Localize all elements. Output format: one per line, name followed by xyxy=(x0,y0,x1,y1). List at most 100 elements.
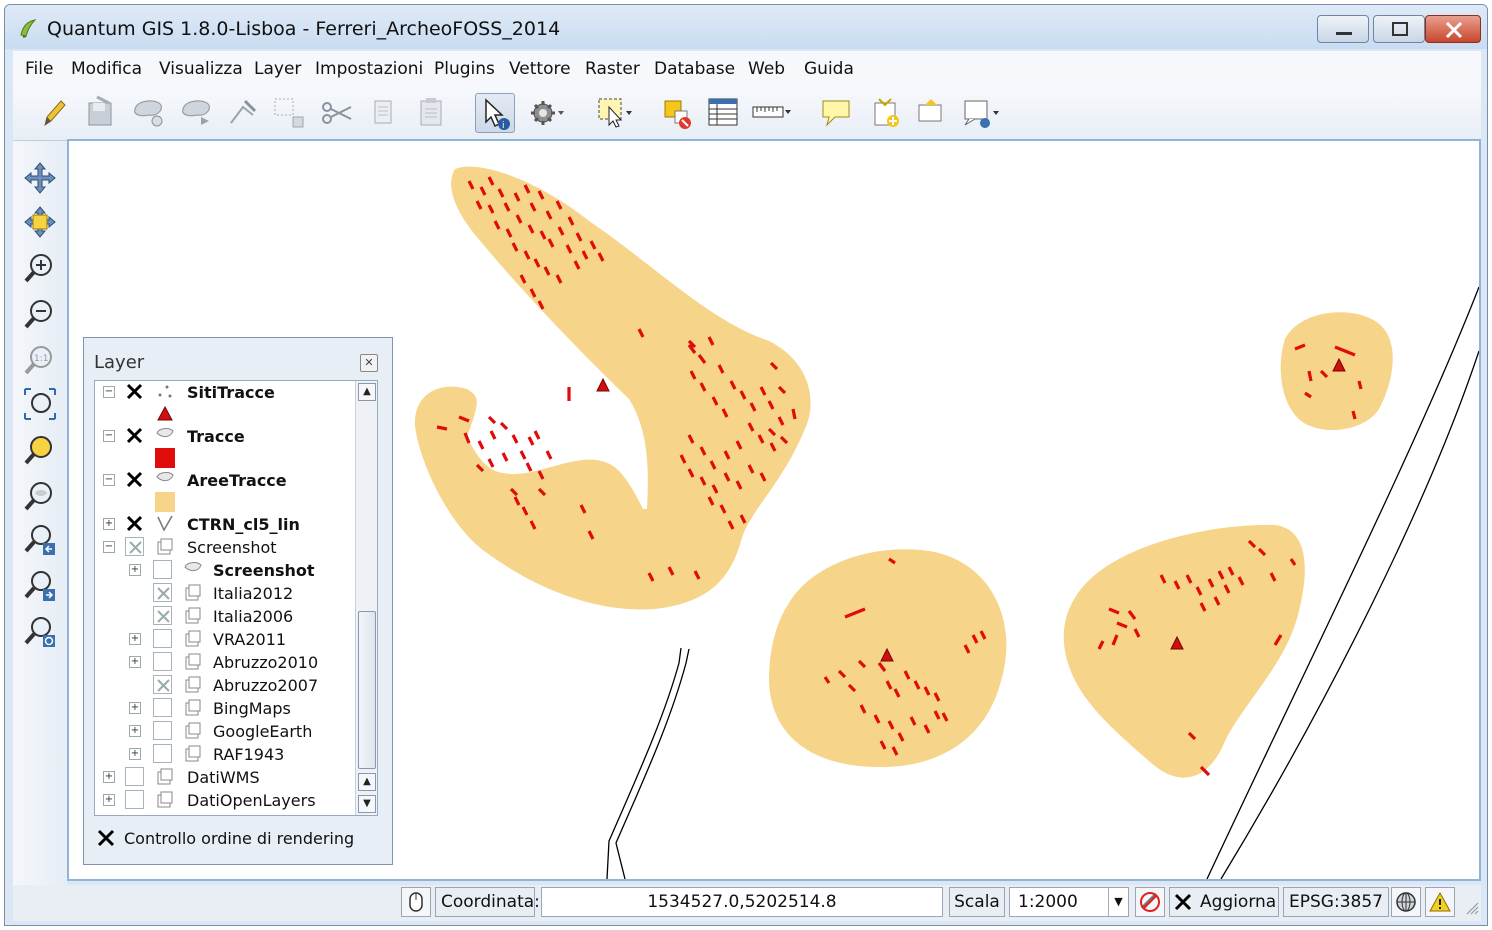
menu-raster[interactable]: Raster xyxy=(585,59,640,79)
pan-to-selection-icon[interactable] xyxy=(21,203,59,241)
coordinate-field[interactable]: 1534527.0,5202514.8 xyxy=(541,887,943,917)
toggle-extents-button[interactable] xyxy=(401,887,431,917)
layer-row-abruzzo2007[interactable]: Abruzzo2007 xyxy=(95,674,355,696)
layer-row-vra2011[interactable]: + VRA2011 xyxy=(95,628,355,650)
collapse-icon[interactable]: − xyxy=(103,430,115,442)
identify-features-icon[interactable]: i xyxy=(475,93,515,133)
layer-tree-scrollbar[interactable]: ▲ ▲ ▼ xyxy=(355,381,377,815)
zoom-in-icon[interactable] xyxy=(21,249,59,287)
menu-web[interactable]: Web xyxy=(748,59,785,79)
checkbox-partial-icon[interactable] xyxy=(125,537,144,556)
select-features-icon[interactable] xyxy=(593,93,633,133)
expand-icon[interactable]: + xyxy=(129,633,141,645)
show-bookmarks-icon[interactable] xyxy=(911,93,951,133)
layer-row-abruzzo2010[interactable]: + Abruzzo2010 xyxy=(95,651,355,673)
checkbox-greyed-icon[interactable] xyxy=(153,675,172,694)
move-feature-icon[interactable] xyxy=(177,93,217,133)
checkbox-unchecked-icon[interactable] xyxy=(153,652,172,671)
expand-icon[interactable]: + xyxy=(103,771,115,783)
layer-row-raf1943[interactable]: + RAF1943 xyxy=(95,743,355,765)
maximize-button[interactable] xyxy=(1373,15,1425,43)
group-row-datiwms[interactable]: + DatiWMS xyxy=(95,766,355,788)
zoom-last-icon[interactable] xyxy=(21,521,59,559)
map-tips-icon[interactable] xyxy=(817,93,857,133)
scroll-up-icon[interactable]: ▲ xyxy=(358,773,376,791)
checkbox-unchecked-icon[interactable] xyxy=(153,560,172,579)
layer-row-italia2012[interactable]: Italia2012 xyxy=(95,582,355,604)
refresh-icon[interactable] xyxy=(21,613,59,651)
zoom-out-icon[interactable] xyxy=(21,295,59,333)
expand-icon[interactable]: + xyxy=(103,518,115,530)
menu-vettore[interactable]: Vettore xyxy=(509,59,571,79)
layer-row-ctrn[interactable]: + CTRN_cl5_lin xyxy=(95,513,355,535)
checkbox-unchecked-icon[interactable] xyxy=(125,790,144,809)
render-toggle[interactable]: Aggiorna xyxy=(1169,887,1279,917)
edit-pencil-icon[interactable] xyxy=(33,93,73,133)
menu-plugins[interactable]: Plugins xyxy=(434,59,495,79)
checkbox-checked-icon[interactable] xyxy=(1174,893,1192,911)
checkbox-checked-icon[interactable] xyxy=(125,426,144,445)
menu-guida[interactable]: Guida xyxy=(804,59,854,79)
cut-features-icon[interactable] xyxy=(317,93,357,133)
scale-combobox[interactable]: 1:2000 ▼ xyxy=(1009,887,1129,917)
crs-status[interactable]: EPSG:3857 xyxy=(1283,887,1389,917)
layer-row-googleearth[interactable]: + GoogleEarth xyxy=(95,720,355,742)
zoom-actual-size-icon[interactable]: 1:1 xyxy=(21,341,59,379)
copy-features-icon[interactable] xyxy=(363,93,403,133)
zoom-next-icon[interactable] xyxy=(21,567,59,605)
open-attribute-table-icon[interactable] xyxy=(703,93,743,133)
collapse-icon[interactable]: − xyxy=(103,386,115,398)
pan-map-icon[interactable] xyxy=(21,159,59,197)
checkbox-unchecked-icon[interactable] xyxy=(153,744,172,763)
menu-modifica[interactable]: Modifica xyxy=(71,59,142,79)
run-action-icon[interactable] xyxy=(525,93,565,133)
checkbox-greyed-icon[interactable] xyxy=(153,606,172,625)
menu-visualizza[interactable]: Visualizza xyxy=(159,59,243,79)
projection-button[interactable] xyxy=(1391,887,1421,917)
dropdown-arrow-icon[interactable]: ▼ xyxy=(1108,888,1128,916)
node-tool-icon[interactable] xyxy=(223,93,263,133)
stop-render-button[interactable] xyxy=(1135,887,1165,917)
checkbox-checked-icon[interactable] xyxy=(125,382,144,401)
zoom-to-layer-icon[interactable] xyxy=(21,477,59,515)
checkbox-checked-icon[interactable] xyxy=(96,828,116,848)
scrollbar-thumb[interactable] xyxy=(358,611,376,769)
menu-file[interactable]: File xyxy=(25,59,53,79)
text-annotation-icon[interactable] xyxy=(959,93,999,133)
checkbox-greyed-icon[interactable] xyxy=(153,583,172,602)
save-edits-icon[interactable] xyxy=(81,93,121,133)
expand-icon[interactable]: + xyxy=(103,794,115,806)
scroll-down-icon[interactable]: ▼ xyxy=(358,795,376,813)
checkbox-checked-icon[interactable] xyxy=(125,514,144,533)
paste-features-icon[interactable] xyxy=(411,93,451,133)
menu-layer[interactable]: Layer xyxy=(254,59,301,79)
layer-row-bingmaps[interactable]: + BingMaps xyxy=(95,697,355,719)
layer-tree[interactable]: − SitiTracce − Tracce − AreeTracce + CTR… xyxy=(94,380,378,816)
menu-impostazioni[interactable]: Impostazioni xyxy=(315,59,423,79)
delete-selected-icon[interactable] xyxy=(269,93,309,133)
layer-row-areetracce[interactable]: − AreeTracce xyxy=(95,469,355,491)
new-bookmark-icon[interactable] xyxy=(865,93,905,133)
close-button[interactable] xyxy=(1425,15,1481,43)
layer-row-italia2006[interactable]: Italia2006 xyxy=(95,605,355,627)
expand-icon[interactable]: + xyxy=(129,702,141,714)
collapse-icon[interactable]: − xyxy=(103,474,115,486)
panel-close-button[interactable]: ✕ xyxy=(360,354,378,372)
group-row-datiopenlayers[interactable]: + DatiOpenLayers xyxy=(95,789,355,811)
collapse-icon[interactable]: − xyxy=(103,541,115,553)
menu-database[interactable]: Database xyxy=(654,59,735,79)
expand-icon[interactable]: + xyxy=(129,564,141,576)
zoom-full-icon[interactable] xyxy=(21,385,59,423)
checkbox-unchecked-icon[interactable] xyxy=(153,721,172,740)
expand-icon[interactable]: + xyxy=(129,748,141,760)
checkbox-unchecked-icon[interactable] xyxy=(125,767,144,786)
expand-icon[interactable]: + xyxy=(129,656,141,668)
checkbox-checked-icon[interactable] xyxy=(125,470,144,489)
deselect-all-icon[interactable] xyxy=(657,93,697,133)
expand-icon[interactable]: + xyxy=(129,725,141,737)
layer-row-tracce[interactable]: − Tracce xyxy=(95,425,355,447)
minimize-button[interactable] xyxy=(1317,15,1369,43)
add-feature-icon[interactable] xyxy=(129,93,169,133)
messages-button[interactable] xyxy=(1425,887,1455,917)
zoom-to-selection-icon[interactable] xyxy=(21,431,59,469)
